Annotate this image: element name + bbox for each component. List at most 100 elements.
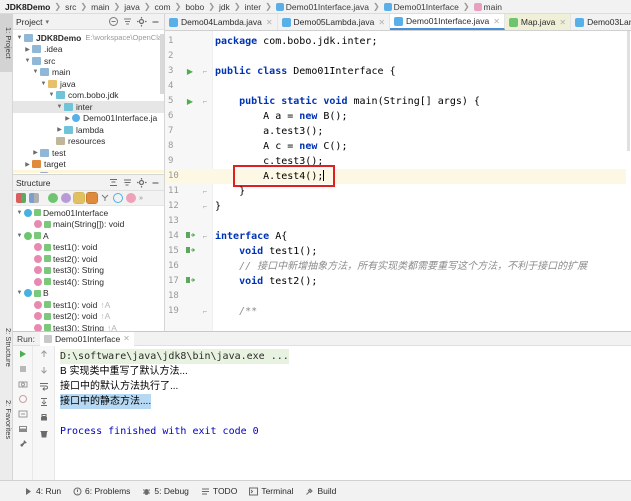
code-line[interactable]: } xyxy=(215,184,245,199)
code-line[interactable]: void test2(); xyxy=(215,274,317,289)
breadcrumb-item-4[interactable]: com xyxy=(154,2,172,12)
project-tree-item[interactable]: ▼ JDK8Demo E:\workspace\OpenClass xyxy=(13,32,164,44)
fold-toggle-icon[interactable]: ⌐ xyxy=(200,94,210,109)
structure-tree-item[interactable]: test3(): String xyxy=(13,265,164,277)
chevron-right-icon[interactable]: ▶ xyxy=(23,161,32,168)
rerun-icon[interactable] xyxy=(18,349,28,359)
code-line[interactable]: public class Demo01Interface { xyxy=(215,64,396,79)
close-icon[interactable]: ✕ xyxy=(123,334,130,343)
structure-tree-item[interactable]: test1(): void ↑A xyxy=(13,299,164,311)
project-tree-item[interactable]: ▼ inter xyxy=(13,101,164,113)
chevron-down-icon[interactable]: ▼ xyxy=(55,104,64,110)
code-line[interactable]: interface A{ xyxy=(215,229,287,244)
pin-icon[interactable] xyxy=(18,439,28,449)
sidebar-tab-project[interactable]: 1: Project xyxy=(0,14,13,72)
chevron-down-icon[interactable]: ▼ xyxy=(23,58,32,64)
project-tree-item[interactable]: ▶ target xyxy=(13,159,164,171)
sort-alphabetically-icon[interactable] xyxy=(29,193,39,203)
project-tree-item[interactable]: ▼ main xyxy=(13,67,164,79)
code-line[interactable]: void test1(); xyxy=(215,244,317,259)
fold-toggle-icon[interactable]: ⌐ xyxy=(200,229,210,244)
project-tree-item[interactable]: ▼ java xyxy=(13,78,164,90)
stop-icon[interactable] xyxy=(18,364,28,374)
export-icon[interactable] xyxy=(18,409,28,419)
expand-all-icon[interactable] xyxy=(108,177,119,188)
implemented-by-gutter-icon[interactable] xyxy=(185,229,195,244)
breadcrumb-item-3[interactable]: java xyxy=(123,2,141,12)
collapse-all-icon[interactable] xyxy=(122,177,133,188)
project-tree-item[interactable]: ▶ test xyxy=(13,147,164,159)
project-tree-item[interactable]: ▶ lambda xyxy=(13,124,164,136)
structure-tree-item[interactable]: test4(): String xyxy=(13,276,164,288)
structure-tree[interactable]: ▼ Demo01Interface main(String[]): void ▼ A te… xyxy=(13,206,164,346)
structure-tree-item[interactable]: test2(): void ↑A xyxy=(13,311,164,323)
scroll-to-end-icon[interactable] xyxy=(39,397,49,407)
sort-by-type-icon[interactable] xyxy=(16,193,26,203)
close-icon[interactable]: ✕ xyxy=(559,18,566,27)
clear-all-icon[interactable] xyxy=(39,429,49,439)
project-tree-item[interactable]: ▼ src xyxy=(13,55,164,67)
show-non-public-icon[interactable] xyxy=(86,192,98,204)
breadcrumb-item-8[interactable]: Demo01Interface.java xyxy=(275,2,370,12)
code-line[interactable]: A c = new C(); xyxy=(215,139,347,154)
scroll-down-icon[interactable] xyxy=(39,365,49,375)
show-inherited-icon[interactable] xyxy=(48,193,58,203)
code-line[interactable]: package com.bobo.jdk.inter; xyxy=(215,34,378,49)
chevron-down-icon[interactable]: ▼ xyxy=(15,210,24,216)
breadcrumb-item-2[interactable]: main xyxy=(90,2,110,12)
chevron-down-icon[interactable]: ▼ xyxy=(15,35,24,41)
gear-icon[interactable] xyxy=(136,177,147,188)
show-properties-icon[interactable] xyxy=(61,193,71,203)
code-editor[interactable]: 1 package com.bobo.jdk.inter; 2 3 ▶ ⌐ public c… xyxy=(165,31,631,331)
project-tree-item[interactable]: resources xyxy=(13,136,164,148)
soft-wrap-icon[interactable] xyxy=(39,381,49,391)
chevron-right-icon[interactable]: ▶ xyxy=(31,149,40,156)
structure-tree-item[interactable]: ▼ B xyxy=(13,288,164,300)
print-icon[interactable] xyxy=(39,413,49,423)
code-line[interactable]: } xyxy=(215,199,221,214)
run-gutter-icon[interactable]: ▶ xyxy=(185,64,195,79)
console-output[interactable]: D:\software\java\jdk8\bin\java.exe ... B … xyxy=(55,346,631,481)
project-tree-item[interactable]: ▶ .idea xyxy=(13,44,164,56)
implemented-by-gutter-icon[interactable] xyxy=(185,274,195,289)
chevron-down-icon[interactable]: ▼ xyxy=(47,92,56,98)
sort-icon[interactable] xyxy=(122,16,133,27)
layout-icon[interactable] xyxy=(18,424,28,434)
show-anonymous-icon[interactable] xyxy=(113,193,123,203)
show-fields-icon[interactable] xyxy=(73,192,85,204)
code-line[interactable]: // 接口中新增抽象方法，所有实现类都需要重写这个方法，不利于接口的扩展 xyxy=(215,259,587,274)
chevron-right-icon[interactable]: ▶ xyxy=(55,126,64,133)
editor-tab-3[interactable]: Map.java ✕ xyxy=(504,14,572,30)
status-bar-item-terminal[interactable]: Terminal xyxy=(249,486,293,496)
code-line[interactable]: public static void main(String[] args) { xyxy=(215,94,480,109)
breadcrumb-item-9[interactable]: Demo01Interface xyxy=(383,2,460,12)
code-line[interactable]: A a = new B(); xyxy=(215,109,347,124)
status-bar-item-todo[interactable]: TODO xyxy=(201,486,237,496)
structure-tree-item[interactable]: test2(): void xyxy=(13,253,164,265)
fold-toggle-icon[interactable]: ⌐ xyxy=(200,304,210,319)
structure-tree-item[interactable]: ▼ Demo01Interface xyxy=(13,207,164,219)
close-icon[interactable]: ✕ xyxy=(493,17,500,26)
chevron-down-icon[interactable]: ▼ xyxy=(15,233,24,239)
run-config-tab[interactable]: Demo01Interface ✕ xyxy=(39,331,134,346)
run-gutter-icon[interactable]: ▶ xyxy=(185,94,195,109)
close-icon[interactable]: ✕ xyxy=(266,18,273,27)
chevron-right-icon[interactable]: ▶ xyxy=(63,115,72,122)
breadcrumb-item-6[interactable]: jdk xyxy=(218,2,231,12)
project-tree[interactable]: ▼ JDK8Demo E:\workspace\OpenClass ▶ .idea ▼ sr… xyxy=(13,30,164,173)
status-bar-item-run[interactable]: 4: Run xyxy=(24,486,61,496)
breadcrumb-item-1[interactable]: src xyxy=(64,2,77,12)
code-line[interactable]: a.test3(); xyxy=(215,124,323,139)
breadcrumb-item-5[interactable]: bobo xyxy=(184,2,205,12)
structure-tree-item[interactable]: main(String[]): void xyxy=(13,219,164,231)
structure-tree-item[interactable]: ▼ A xyxy=(13,230,164,242)
code-line[interactable]: /** xyxy=(215,304,257,319)
chevron-right-icon[interactable]: ▶ xyxy=(23,46,32,53)
project-tree-item[interactable]: ▼ com.bobo.jdk xyxy=(13,90,164,102)
status-bar-item-problems[interactable]: 6: Problems xyxy=(73,486,130,496)
editor-tab-4[interactable]: Demo03Lambda.java✕ xyxy=(571,14,631,30)
screenshot-icon[interactable] xyxy=(18,379,28,389)
coverage-icon[interactable] xyxy=(18,394,28,404)
project-tree-item[interactable]: ▶ Demo01Interface.ja xyxy=(13,113,164,125)
collapse-icon[interactable] xyxy=(108,16,119,27)
